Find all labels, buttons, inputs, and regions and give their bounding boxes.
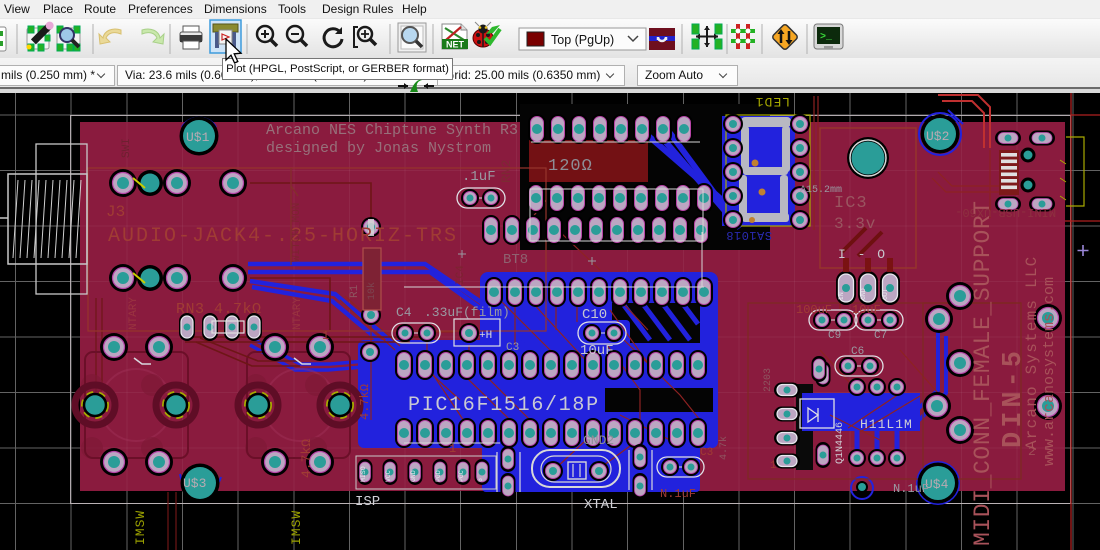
svg-text:+H: +H — [479, 330, 492, 342]
svg-text:C9: C9 — [828, 330, 841, 342]
svg-text:GND2: GND2 — [583, 433, 614, 448]
svg-text:120Ω: 120Ω — [548, 157, 593, 176]
svg-text:GND: GND — [410, 470, 417, 482]
svg-text:IC3: IC3 — [834, 194, 868, 213]
svg-text:10uF: 10uF — [852, 303, 881, 317]
svg-text:3.3v: 3.3v — [834, 215, 876, 233]
svg-text:VCC: VCC — [385, 470, 392, 482]
svg-text:4.7k: 4.7k — [718, 436, 730, 460]
svg-text:SA1018: SA1018 — [726, 228, 772, 242]
svg-text:NTARY: NTARY — [128, 297, 140, 330]
svg-text:IMSW: IMSW — [289, 510, 304, 545]
svg-text:Top (PgUp): Top (PgUp) — [551, 33, 614, 47]
svg-text:R1: R1 — [349, 284, 361, 298]
svg-text:SWI: SWI — [121, 138, 133, 158]
svg-text:C6: C6 — [851, 346, 864, 358]
svg-text:IC4: IC4 — [455, 265, 467, 285]
svg-text:RN3 4.7kΩ: RN3 4.7kΩ — [176, 301, 262, 318]
svg-text:C4: C4 — [396, 305, 412, 320]
svg-text:C7: C7 — [874, 330, 887, 342]
svg-text:MIDI_CONN_FEMALE_SUPPORT: MIDI_CONN_FEMALE_SUPPORT — [970, 200, 996, 546]
svg-text:XTAL: XTAL — [584, 497, 618, 513]
svg-text:1: 1 — [770, 460, 777, 472]
svg-text:NTARY: NTARY — [292, 297, 304, 330]
svg-text:BT8: BT8 — [503, 252, 528, 268]
svg-text:J3: J3 — [106, 203, 125, 221]
svg-text:10k: 10k — [366, 282, 378, 300]
svg-text:I - O: I - O — [838, 247, 887, 262]
svg-text:U$2: U$2 — [926, 129, 949, 144]
svg-text:designed by Jonas Nystrom: designed by Jonas Nystrom — [266, 140, 491, 157]
svg-text:RN2: RN2 — [499, 160, 514, 183]
svg-text:LED1: LED1 — [755, 94, 790, 109]
svg-text:1: 1 — [322, 329, 329, 343]
svg-text:PIC16F1516/18P: PIC16F1516/18P — [408, 394, 600, 417]
svg-text:Arcano Systems LLC: Arcano Systems LLC — [1023, 256, 1041, 450]
svg-text:MISO: MISO — [360, 466, 367, 482]
svg-text:1: 1 — [449, 442, 456, 456]
svg-text:C10: C10 — [582, 307, 607, 323]
svg-text:4.7kΩ: 4.7kΩ — [299, 439, 314, 478]
svg-text:N.1uF: N.1uF — [893, 482, 929, 496]
svg-text:U$3: U$3 — [183, 476, 206, 491]
svg-text:U$1: U$1 — [186, 130, 210, 145]
svg-text:H11L1M: H11L1M — [860, 417, 913, 432]
svg-text:.33uF(film): .33uF(film) — [424, 305, 510, 320]
svg-text:GND: GND — [860, 288, 867, 300]
svg-text:10uF: 10uF — [580, 343, 614, 359]
svg-text:C3: C3 — [700, 447, 713, 459]
svg-text:>_: >_ — [820, 32, 833, 43]
svg-text:WITCH_MON: WITCH_MON — [291, 203, 303, 262]
svg-text:N.1uF: N.1uF — [660, 487, 696, 501]
svg-text:6: 6 — [477, 478, 484, 482]
svg-text:2203: 2203 — [763, 368, 774, 392]
svg-text:100uF: 100uF — [796, 303, 832, 317]
svg-text:.1uF: .1uF — [462, 169, 496, 185]
svg-text:OUT: OUT — [882, 288, 889, 300]
svg-text:NET: NET — [446, 40, 465, 50]
svg-text:Q1N4446: Q1N4446 — [835, 422, 846, 464]
svg-text:Arcano NES Chiptune Synth R3: Arcano NES Chiptune Synth R3 — [266, 122, 518, 139]
svg-text:IN: IN — [838, 292, 845, 300]
svg-text:AUDIO-JACK4-.25-HORIZ-TRS: AUDIO-JACK4-.25-HORIZ-TRS — [108, 225, 458, 248]
svg-text:4.7kΩ: 4.7kΩ — [358, 384, 372, 420]
svg-text:PGD: PGD — [435, 470, 442, 482]
svg-text:A15.2mm: A15.2mm — [800, 185, 842, 196]
svg-text:ISP: ISP — [355, 494, 380, 510]
svg-text:PGC: PGC — [458, 470, 465, 482]
svg-text:IMSW: IMSW — [133, 510, 148, 545]
svg-text:www.arcanosystems.com: www.arcanosystems.com — [1041, 277, 1058, 466]
